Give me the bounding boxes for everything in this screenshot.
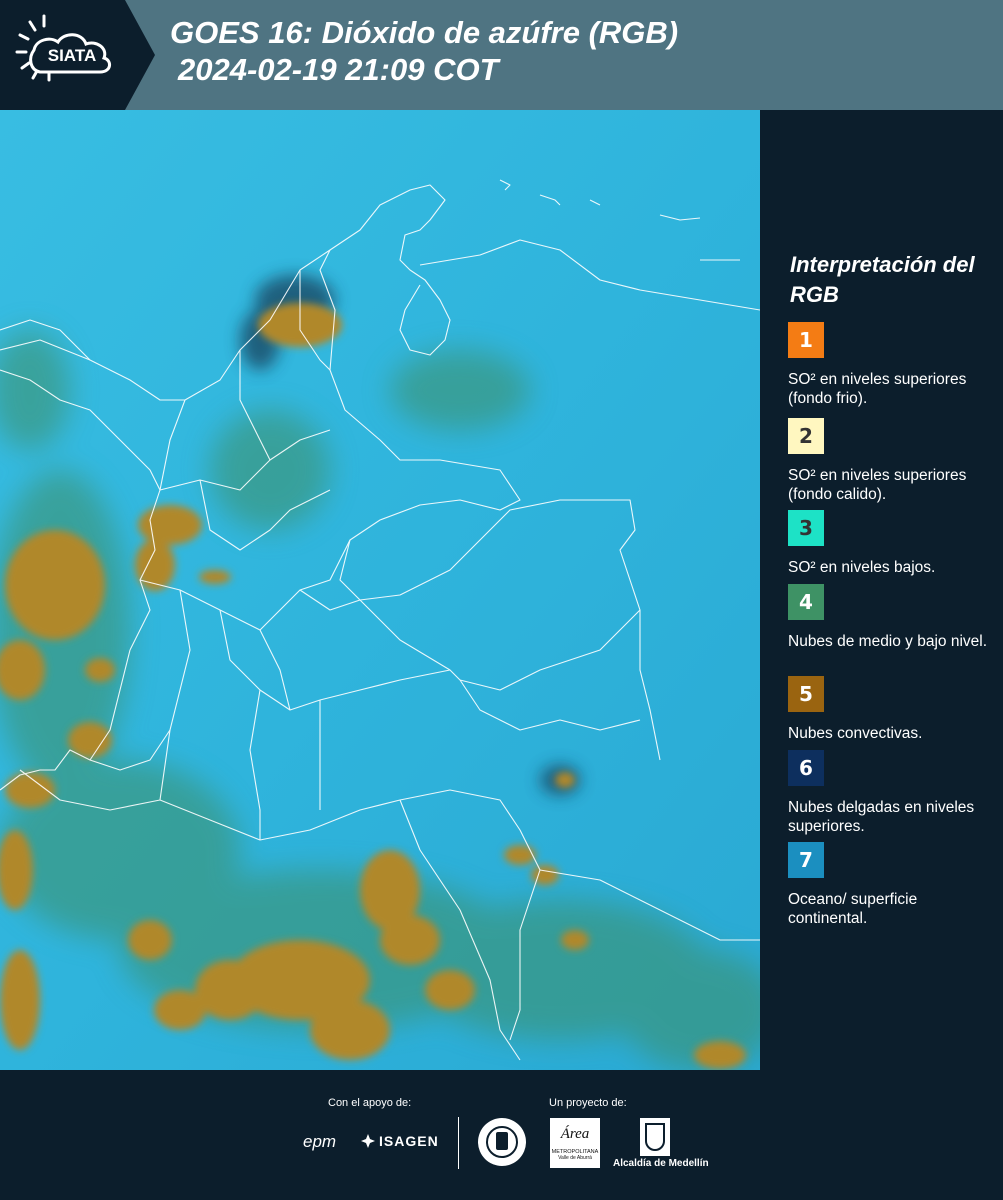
isagen-logo: ISAGEN xyxy=(379,1133,439,1149)
legend-text-6: Nubes delgadas en niveles superiores. xyxy=(788,799,975,835)
title-line-1: GOES 16: Dióxido de azúfre (RGB) xyxy=(170,15,679,50)
legend-item-7: 7 Oceano/ superficie continental. xyxy=(788,842,988,928)
footer-divider xyxy=(458,1117,459,1169)
legend-swatch-7: 7 xyxy=(788,842,824,878)
isagen-logo-icon xyxy=(361,1134,375,1148)
legend-item-2: 2 SO² en niveles superiores (fondo calid… xyxy=(788,418,988,504)
legend-item-4: 4 Nubes de medio y bajo nivel. xyxy=(788,584,988,651)
legend-item-3: 3 SO² en niveles bajos. xyxy=(788,510,988,577)
medellin-seal-icon xyxy=(478,1118,526,1166)
area-logo-name: Área xyxy=(560,1126,590,1142)
legend-swatch-3: 3 xyxy=(788,510,824,546)
logo-text: SIATA xyxy=(48,46,96,65)
title-line-2: 2024-02-19 21:09 COT xyxy=(178,52,499,87)
legend-item-1: 1 SO² en niveles superiores (fondo frio)… xyxy=(788,322,988,408)
legend-swatch-1: 1 xyxy=(788,322,824,358)
legend-text-5: Nubes convectivas. xyxy=(788,725,923,742)
legend-item-6: 6 Nubes delgadas en niveles superiores. xyxy=(788,750,988,836)
satellite-map xyxy=(0,110,760,1070)
legend-item-5: 5 Nubes convectivas. xyxy=(788,676,988,743)
area-logo-sub2: Valle de Aburrá xyxy=(558,1155,592,1161)
project-label: Un proyecto de: xyxy=(549,1097,627,1109)
legend-text-2: SO² en niveles superiores (fondo calido)… xyxy=(788,467,967,503)
legend-title: Interpretación del RGB xyxy=(790,252,975,307)
legend-swatch-6: 6 xyxy=(788,750,824,786)
epm-logo: epm xyxy=(303,1132,337,1151)
header: SIATA GOES 16: Dióxido de azúfre (RGB) 2… xyxy=(0,0,1003,110)
alcaldia-shield-icon xyxy=(640,1118,670,1156)
legend-text-3: SO² en niveles bajos. xyxy=(788,559,936,576)
support-label: Con el apoyo de: xyxy=(328,1097,412,1109)
logo-block: SIATA xyxy=(0,0,155,110)
area-metropolitana-logo: Área METROPOLITANA Valle de Aburrá xyxy=(550,1118,600,1168)
legend-swatch-5: 5 xyxy=(788,676,824,712)
legend-swatch-4: 4 xyxy=(788,584,824,620)
legend-panel: Interpretación del RGB 1 SO² en niveles … xyxy=(760,110,1003,1070)
legend-text-7: Oceano/ superficie continental. xyxy=(788,891,918,927)
page-title: GOES 16: Dióxido de azúfre (RGB) 2024-02… xyxy=(170,14,678,88)
footer: Con el apoyo de: Un proyecto de: epm ISA… xyxy=(0,1070,1003,1200)
legend-text-1: SO² en niveles superiores (fondo frio). xyxy=(788,371,967,407)
alcaldia-logo-text: Alcaldía de Medellín xyxy=(613,1158,709,1169)
satellite-image xyxy=(0,110,760,1070)
legend-swatch-2: 2 xyxy=(788,418,824,454)
legend-text-4: Nubes de medio y bajo nivel. xyxy=(788,633,988,650)
